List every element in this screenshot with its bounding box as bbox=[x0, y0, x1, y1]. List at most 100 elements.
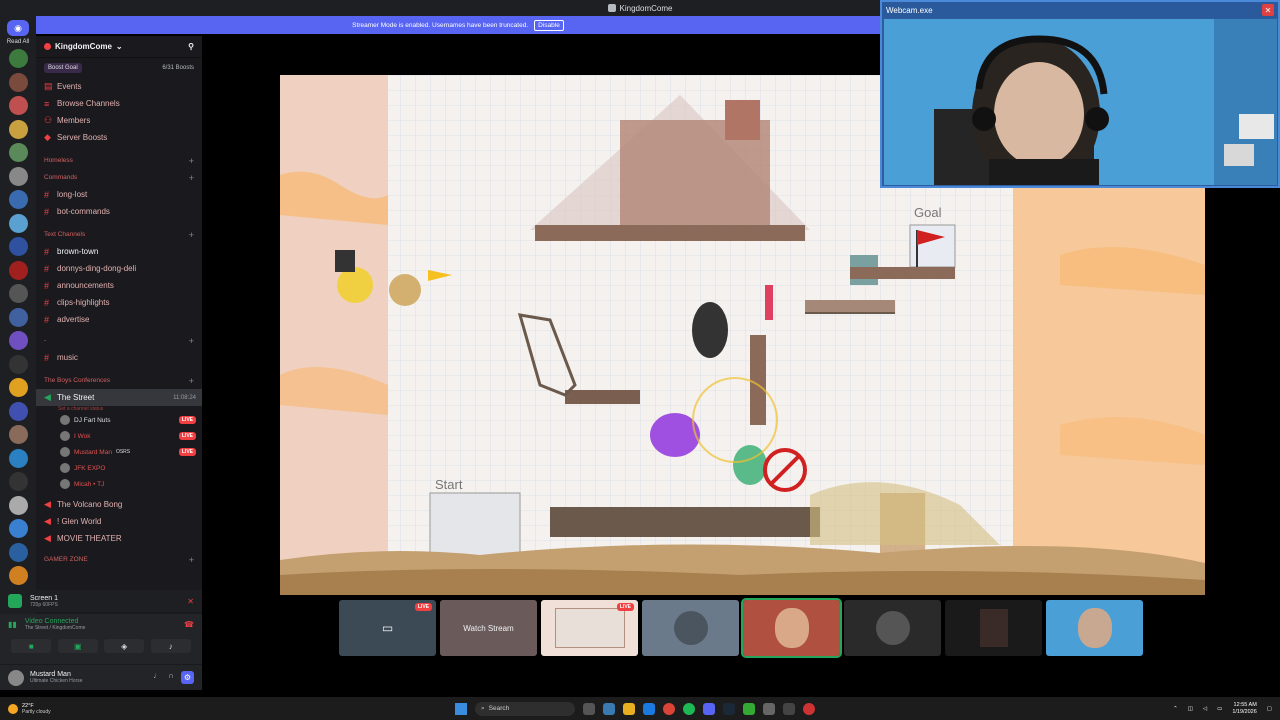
category-commands[interactable]: Commands + bbox=[36, 169, 202, 186]
obs-icon[interactable] bbox=[803, 702, 815, 715]
voice-user[interactable]: Mustard Man OSRS LIVE bbox=[36, 444, 202, 460]
server-icon[interactable] bbox=[8, 401, 28, 421]
sidebar-item-browse-channels[interactable]: ≡ Browse Channels bbox=[36, 95, 202, 112]
server-header[interactable]: KingdomCome ⌄ ⚲ bbox=[36, 36, 202, 58]
clock[interactable]: 12:55 AM 1/19/2026 bbox=[1232, 702, 1256, 716]
server-icon[interactable] bbox=[8, 72, 28, 92]
server-icon[interactable] bbox=[8, 143, 28, 162]
participant-tile[interactable]: ▭ LIVE bbox=[339, 600, 436, 656]
server-icon[interactable] bbox=[8, 378, 28, 397]
taskbar-search[interactable]: ⌕ Search bbox=[475, 701, 575, 716]
steam-icon[interactable] bbox=[723, 702, 735, 715]
channel-long-lost[interactable]: # long-lost bbox=[36, 186, 202, 203]
server-icon[interactable] bbox=[8, 213, 28, 233]
boost-goal[interactable]: Boost Goal 6/31 Boosts bbox=[36, 58, 202, 78]
server-icon[interactable] bbox=[8, 425, 28, 444]
app-icon[interactable] bbox=[603, 702, 615, 715]
chrome-icon[interactable] bbox=[663, 702, 675, 715]
server-icon[interactable] bbox=[8, 237, 28, 256]
add-channel-icon[interactable]: + bbox=[189, 230, 194, 240]
server-icon[interactable] bbox=[8, 354, 28, 374]
category-boys-conferences[interactable]: The Boys Conferences + bbox=[36, 372, 202, 389]
add-channel-icon[interactable]: + bbox=[189, 376, 194, 386]
chevron-up-icon[interactable]: ⌃ bbox=[1173, 706, 1178, 712]
server-icon[interactable] bbox=[8, 566, 28, 585]
sidebar-item-members[interactable]: ⚇ Members bbox=[36, 112, 202, 129]
server-icon[interactable] bbox=[8, 542, 28, 562]
server-icon[interactable] bbox=[8, 119, 28, 139]
server-icon[interactable] bbox=[8, 284, 28, 303]
task-view-icon[interactable] bbox=[583, 702, 595, 715]
server-icon[interactable] bbox=[8, 519, 28, 538]
server-icon[interactable] bbox=[8, 472, 28, 491]
voice-channel-movie[interactable]: ◀ MOVIE THEATER bbox=[36, 530, 202, 547]
sidebar-item-events[interactable]: ▤ Events bbox=[36, 78, 202, 95]
server-icon[interactable] bbox=[8, 307, 28, 327]
add-channel-icon[interactable]: + bbox=[189, 555, 194, 565]
sidebar-item-server-boosts[interactable]: ◆ Server Boosts bbox=[36, 129, 202, 146]
spotify-icon[interactable] bbox=[683, 702, 695, 715]
xbox-icon[interactable] bbox=[743, 702, 755, 715]
share-screen-button[interactable]: ▣ bbox=[57, 639, 98, 653]
store-icon[interactable] bbox=[643, 702, 655, 715]
invite-icon[interactable]: ⚲ bbox=[188, 42, 194, 51]
voice-status-channel[interactable]: The Street / KingdomCome bbox=[25, 625, 86, 631]
battery-icon[interactable]: ▭ bbox=[1217, 706, 1222, 712]
add-channel-icon[interactable]: + bbox=[189, 173, 194, 183]
participant-tile[interactable] bbox=[844, 600, 941, 656]
participant-tile[interactable] bbox=[1046, 600, 1143, 656]
voice-channel-volcano[interactable]: ◀ The Volcano Bong bbox=[36, 496, 202, 513]
category-homeless[interactable]: Homeless + bbox=[36, 152, 202, 169]
channel-advertise[interactable]: # advertise bbox=[36, 311, 202, 328]
channel-bot-commands[interactable]: # bot-commands bbox=[36, 203, 202, 220]
participant-tile[interactable] bbox=[741, 598, 842, 658]
file-explorer-icon[interactable] bbox=[623, 702, 635, 715]
server-icon[interactable] bbox=[8, 190, 28, 209]
server-icon[interactable] bbox=[8, 166, 28, 186]
channel-donnys-deli[interactable]: # donnys-ding-dong-deli bbox=[36, 260, 202, 277]
disable-streamer-mode-button[interactable]: Disable bbox=[534, 19, 564, 31]
add-channel-icon[interactable]: + bbox=[189, 156, 194, 166]
category-text-channels[interactable]: Text Channels + bbox=[36, 226, 202, 243]
discord-icon[interactable] bbox=[703, 702, 715, 715]
participant-tile[interactable]: LIVE bbox=[541, 600, 638, 656]
add-channel-icon[interactable]: + bbox=[189, 336, 194, 346]
disconnect-icon[interactable]: ☎ bbox=[184, 620, 194, 629]
watch-stream-button[interactable]: Watch Stream bbox=[463, 624, 513, 633]
soundboard-button[interactable]: ♪ bbox=[150, 639, 191, 653]
channel-clips-highlights[interactable]: # clips-highlights bbox=[36, 294, 202, 311]
voice-user[interactable]: DJ Fart Nuts LIVE bbox=[36, 412, 202, 428]
user-avatar[interactable] bbox=[8, 669, 24, 686]
voice-channel-glen[interactable]: ◀! Glen World bbox=[36, 513, 202, 530]
server-icon[interactable] bbox=[8, 448, 28, 468]
headphones-icon[interactable]: ∩ bbox=[168, 671, 174, 684]
webcam-window[interactable]: Webcam.exe ✕ bbox=[880, 0, 1280, 188]
notification-icon[interactable]: ▢ bbox=[1267, 706, 1272, 712]
camera-button[interactable]: ■ bbox=[11, 639, 52, 653]
voice-user[interactable]: JFK EXPO bbox=[36, 460, 202, 476]
read-all-button[interactable]: Read All bbox=[7, 39, 29, 45]
app-icon[interactable] bbox=[783, 702, 795, 715]
participant-tile[interactable] bbox=[642, 600, 739, 656]
voice-channel-the-street[interactable]: ◀ The Street 11:08:24 bbox=[36, 389, 202, 406]
signal-icon[interactable]: ▮▮ bbox=[8, 620, 17, 629]
server-icon[interactable] bbox=[8, 331, 28, 350]
channel-announcements[interactable]: # announcements bbox=[36, 277, 202, 294]
category-gamer-zone[interactable]: GAMER ZONE + bbox=[36, 551, 202, 568]
webcam-titlebar[interactable]: Webcam.exe ✕ bbox=[882, 2, 1278, 18]
gear-icon[interactable]: ⚙ bbox=[180, 671, 194, 684]
microphone-icon[interactable]: ♩ bbox=[153, 671, 161, 684]
channel-music[interactable]: # music bbox=[36, 349, 202, 366]
participant-tile[interactable]: Watch Stream bbox=[440, 600, 537, 656]
close-icon[interactable]: ✕ bbox=[1262, 4, 1274, 16]
windows-start-icon[interactable] bbox=[455, 702, 467, 715]
server-icon[interactable] bbox=[8, 260, 28, 280]
voice-user[interactable]: I Wok LIVE bbox=[36, 428, 202, 444]
network-icon[interactable]: ◫ bbox=[1188, 706, 1193, 712]
server-icon[interactable] bbox=[8, 495, 28, 515]
stop-stream-icon[interactable]: ✕ bbox=[187, 597, 194, 606]
server-icon[interactable] bbox=[8, 49, 28, 68]
discord-home-icon[interactable]: ◉ bbox=[7, 20, 29, 36]
app-icon[interactable] bbox=[763, 702, 775, 715]
activities-button[interactable]: ◈ bbox=[104, 639, 145, 653]
